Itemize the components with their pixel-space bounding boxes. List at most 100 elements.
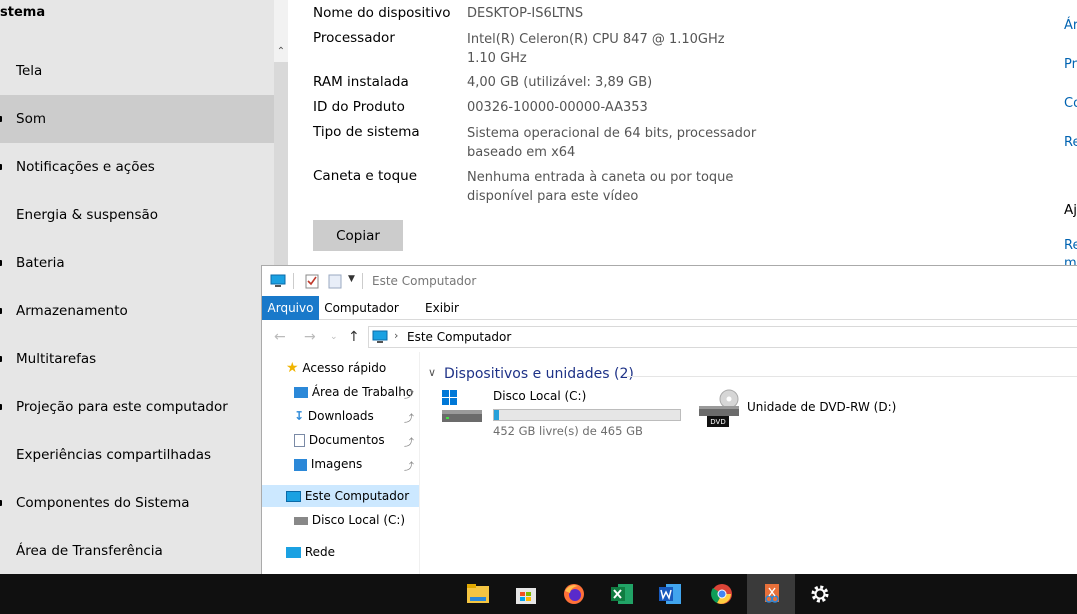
customize-toolbar-dropdown-icon[interactable]: ▼ [348, 274, 355, 284]
related-link-4[interactable]: Re [1064, 135, 1077, 150]
sidebar-item-componentes[interactable]: Componentes do Sistema [0, 479, 274, 527]
taskbar-excel[interactable] [597, 574, 645, 614]
nav-desktop[interactable]: Área de Trabalho [294, 381, 413, 403]
sidebar-item-tela[interactable]: Tela [0, 47, 274, 95]
nav-label: Este Computador [304, 489, 410, 503]
tab-arquivo[interactable]: Arquivo [262, 296, 319, 320]
help-link[interactable]: Re [1064, 238, 1077, 253]
taskbar-chrome[interactable] [697, 574, 745, 614]
computer-icon [270, 274, 286, 287]
tab-computador[interactable]: Computador [324, 296, 399, 320]
star-icon: ★ [286, 360, 299, 376]
help-heading: Aj [1064, 202, 1077, 218]
address-bar[interactable]: › Este Computador [368, 326, 1077, 348]
nav-images[interactable]: Imagens [294, 453, 362, 475]
snip-icon [765, 584, 779, 603]
related-link-1[interactable]: Ár [1064, 18, 1077, 33]
drive-c-usage-fill [494, 410, 500, 420]
window-title: Este Computador [372, 274, 477, 288]
taskbar-word[interactable] [645, 574, 693, 614]
taskbar-store[interactable] [501, 574, 549, 614]
drive-d-name: Unidade de DVD-RW (D:) [747, 400, 897, 414]
content-pane: ∨ Dispositivos e unidades (2) Disco Loca… [420, 352, 1077, 575]
drive-c-name: Disco Local (C:) [493, 389, 587, 403]
nav-quick-access[interactable]: ★ Acesso rápido [286, 357, 386, 379]
sidebar-item-label: Área de Transferência [16, 543, 163, 559]
nav-this-pc[interactable]: Este Computador [262, 485, 419, 507]
sidebar-item-notificacoes[interactable]: Notificações e ações [0, 143, 274, 191]
excel-icon [611, 584, 633, 604]
nav-local-disk[interactable]: Disco Local (C:) [294, 509, 405, 531]
up-arrow-icon[interactable]: ↑ [348, 329, 360, 345]
sidebar-item-label: Armazenamento [16, 303, 128, 319]
sidebar-item-armazenamento[interactable]: Armazenamento [0, 287, 274, 335]
screen: stema Tela Som Notificações e ações Ener… [0, 0, 1077, 614]
back-arrow-icon[interactable]: ← [274, 329, 286, 345]
sidebar-item-area-transferencia[interactable]: Área de Transferência [0, 527, 274, 575]
drive-c-tile[interactable]: Disco Local (C:) 452 GB livre(s) de 465 … [438, 388, 686, 438]
tab-exibir[interactable]: Exibir [417, 296, 467, 320]
sidebar-item-projecao[interactable]: Projeção para este computador [0, 383, 274, 431]
related-link-3[interactable]: Co [1064, 96, 1077, 111]
new-folder-icon[interactable] [327, 273, 343, 289]
related-link-2[interactable]: Pr [1064, 57, 1077, 72]
product-id-label: ID do Produto [313, 99, 405, 115]
recent-locations-chevron-icon[interactable]: ⌄ [330, 332, 338, 342]
taskbar-file-explorer[interactable] [453, 574, 501, 614]
nav-label: Disco Local (C:) [311, 513, 406, 527]
sidebar-item-icon [0, 308, 2, 314]
quick-access-toolbar: ▼ Este Computador [262, 266, 1077, 296]
drive-icon [294, 516, 308, 525]
nav-label: Área de Trabalho [311, 385, 414, 399]
computer-icon [286, 491, 301, 502]
sidebar-item-multitarefas[interactable]: Multitarefas [0, 335, 274, 383]
sidebar-item-som[interactable]: Som [0, 95, 274, 143]
computer-icon [372, 330, 388, 343]
firefox-icon [564, 584, 584, 604]
nav-label: Documentos [308, 433, 385, 447]
sidebar-item-bateria[interactable]: Bateria [0, 239, 274, 287]
address-text: Este Computador [407, 330, 512, 344]
sidebar-item-label: Energia & suspensão [16, 207, 159, 223]
pen-touch-label: Caneta e toque [313, 168, 417, 184]
processor-label: Processador [313, 30, 395, 46]
picture-icon [294, 458, 307, 471]
network-icon [286, 547, 301, 558]
group-divider [626, 376, 1077, 377]
ram-label: RAM instalada [313, 74, 409, 90]
sidebar-item-label: Som [16, 111, 46, 127]
desktop-icon [294, 387, 308, 398]
sidebar-item-icon [0, 164, 2, 170]
system-type-value: Sistema operacional de 64 bits, processa… [467, 126, 757, 160]
taskbar-snipping-tool[interactable] [747, 574, 795, 614]
sidebar-item-energia[interactable]: Energia & suspensão [0, 191, 274, 239]
drive-d-tile[interactable]: DVD Unidade de DVD-RW (D:) [695, 388, 925, 438]
sidebar-item-experiencias[interactable]: Experiências compartilhadas [0, 431, 274, 479]
download-icon: ↧ [294, 409, 305, 423]
settings-content: Nome do dispositivo DESKTOP-IS6LTNS Proc… [288, 0, 1077, 271]
forward-arrow-icon[interactable]: → [304, 329, 316, 345]
system-type-label: Tipo de sistema [313, 124, 420, 140]
collapse-chevron-icon[interactable]: ∨ [428, 366, 436, 379]
ribbon-tabs: Arquivo Computador Exibir [262, 296, 1077, 320]
address-bar-row: ← → ⌄ ↑ › Este Computador [262, 322, 1077, 352]
pin-icon: ⤴ [404, 390, 414, 401]
nav-downloads[interactable]: ↧ Downloads [294, 405, 374, 427]
taskbar-firefox[interactable] [549, 574, 597, 614]
properties-icon[interactable] [304, 273, 320, 289]
toolbar-divider [293, 273, 294, 289]
nav-documents[interactable]: Documentos [294, 429, 385, 451]
chrome-icon [711, 584, 732, 604]
windows-drive-icon [442, 390, 482, 422]
nav-network[interactable]: Rede [286, 541, 335, 563]
copy-button[interactable]: Copiar [313, 220, 403, 251]
store-icon [516, 588, 536, 604]
sidebar-item-label: Bateria [16, 255, 65, 271]
scroll-up-arrow-icon[interactable]: ⌃ [276, 46, 286, 58]
breadcrumb-separator-icon[interactable]: › [394, 329, 398, 342]
group-title[interactable]: Dispositivos e unidades (2) [444, 366, 634, 382]
pen-touch-value: Nenhuma entrada à caneta ou por toque di… [467, 170, 734, 204]
drive-c-usage-bar [493, 409, 681, 421]
drive-c-free-space: 452 GB livre(s) de 465 GB [493, 424, 643, 438]
taskbar-settings[interactable] [795, 574, 843, 614]
